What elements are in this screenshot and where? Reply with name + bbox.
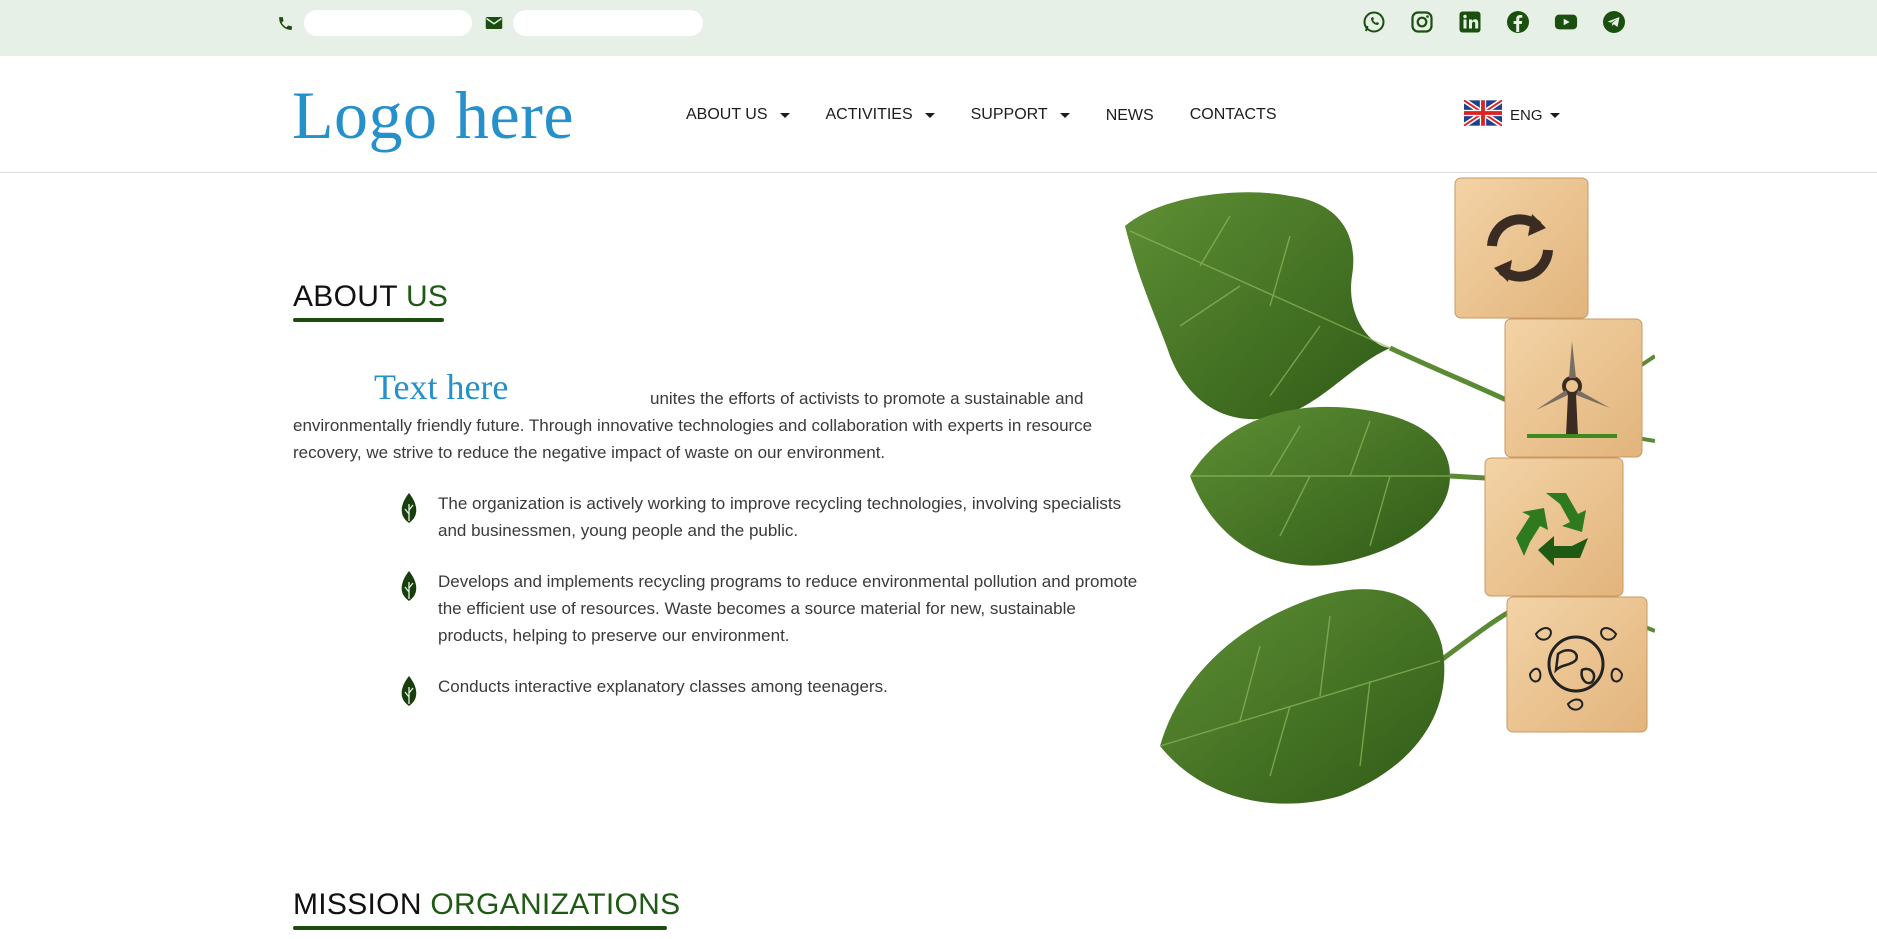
leaf-icon [398,492,420,524]
language-selector[interactable]: ENG [1462,98,1560,131]
list-item: Develops and implements recycling progra… [398,568,1138,649]
heading-underline [293,926,667,930]
nav-activities[interactable]: ACTIVITIES [826,106,935,124]
about-title-main: ABOUT [293,280,406,313]
email-contact[interactable] [483,10,703,36]
mission-heading: MISSION ORGANIZATIONS [293,888,681,930]
mission-title-accent: ORGANIZATIONS [430,888,681,921]
linkedin-icon[interactable] [1458,10,1482,34]
instagram-icon[interactable] [1410,10,1434,34]
nav-support[interactable]: SUPPORT [971,106,1070,124]
site-logo[interactable]: Logo here [292,76,574,155]
phone-contact[interactable] [274,10,472,36]
nav-news-label: NEWS [1105,107,1154,124]
nav-support-label: SUPPORT [970,106,1048,123]
mission-title-main: MISSION [293,888,431,921]
nav-contacts-label: CONTACTS [1189,106,1277,123]
telegram-icon[interactable] [1602,10,1626,34]
list-item: Conducts interactive explanatory classes… [398,673,1138,707]
email-address-redacted [513,10,703,36]
site-header: Logo here ABOUT US ACTIVITIES SUPPORT NE… [0,56,1877,173]
chevron-down-icon [924,112,935,118]
nav-news[interactable]: NEWS [1106,107,1154,125]
phone-icon [274,12,296,34]
about-us-heading: ABOUT US [293,280,449,322]
facebook-icon[interactable] [1506,10,1530,34]
chevron-down-icon [1059,112,1070,118]
nav-contacts[interactable]: CONTACTS [1190,106,1277,124]
bullet-text: The organization is actively working to … [438,494,1122,540]
about-title-accent: US [405,280,449,313]
about-intro-text: unites the efforts of activists to promo… [293,389,1093,462]
nav-activities-label: ACTIVITIES [825,106,913,123]
phone-number-redacted [304,10,472,36]
main-nav: ABOUT US ACTIVITIES SUPPORT NEWS CONTACT… [686,105,1313,125]
leaf-icon [398,570,420,602]
nav-about-us[interactable]: ABOUT US [686,106,790,124]
uk-flag-icon [1462,98,1504,131]
language-label: ENG [1510,107,1543,124]
top-contact-bar [0,0,1877,56]
bullet-text: Conducts interactive explanatory classes… [438,677,888,696]
social-links [1362,10,1626,34]
leaves-and-eco-blocks-image [1125,177,1655,804]
list-item: The organization is actively working to … [398,490,1138,544]
bullet-text: Develops and implements recycling progra… [438,572,1138,645]
nav-about-us-label: ABOUT US [686,106,768,123]
chevron-down-icon [1549,113,1560,118]
whatsapp-icon[interactable] [1362,10,1386,34]
mail-icon [483,12,505,34]
about-bullet-list: The organization is actively working to … [398,490,1138,731]
chevron-down-icon [779,112,790,118]
heading-underline [293,318,444,322]
youtube-icon[interactable] [1554,10,1578,34]
leaf-icon [398,675,420,707]
